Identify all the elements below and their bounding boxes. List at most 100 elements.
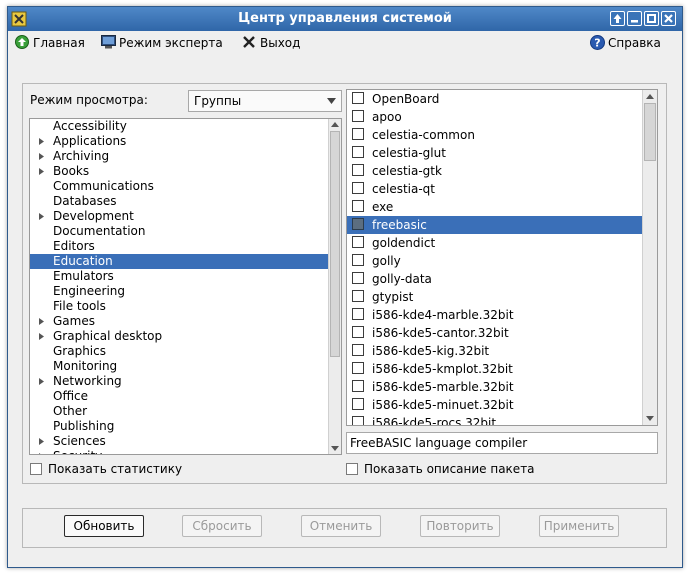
group-item[interactable]: File tools bbox=[30, 299, 329, 314]
show-stats-checkbox[interactable]: Показать статистику bbox=[30, 461, 230, 477]
maximize-button[interactable] bbox=[644, 11, 659, 26]
expand-arrow-icon[interactable] bbox=[39, 153, 44, 160]
package-checkbox[interactable] bbox=[352, 182, 364, 194]
group-item[interactable]: Engineering bbox=[30, 284, 329, 299]
package-checkbox[interactable] bbox=[352, 164, 364, 176]
packages-list[interactable]: OpenBoard apoo celestia-common celestia-glu… bbox=[346, 89, 658, 426]
group-item[interactable]: Games bbox=[30, 314, 329, 329]
scroll-up-icon[interactable] bbox=[331, 122, 339, 127]
update-button[interactable]: Обновить bbox=[64, 515, 144, 537]
scroll-down-icon[interactable] bbox=[646, 416, 654, 421]
package-item[interactable]: celestia-qt bbox=[347, 180, 642, 198]
expand-arrow-icon[interactable] bbox=[39, 138, 44, 145]
group-item[interactable]: Development bbox=[30, 209, 329, 224]
group-item[interactable]: Sciences bbox=[30, 434, 329, 449]
scroll-down-icon[interactable] bbox=[331, 446, 339, 451]
package-item[interactable]: i586-kde5-kmplot.32bit bbox=[347, 360, 642, 378]
show-description-checkbox[interactable]: Показать описание пакета bbox=[346, 461, 566, 477]
package-checkbox[interactable] bbox=[352, 92, 364, 104]
close-button[interactable] bbox=[661, 11, 676, 26]
package-item[interactable]: i586-kde5-marble.32bit bbox=[347, 378, 642, 396]
expand-arrow-icon[interactable] bbox=[39, 378, 44, 385]
group-item[interactable]: Editors bbox=[30, 239, 329, 254]
group-item[interactable]: Databases bbox=[30, 194, 329, 209]
package-item[interactable]: i586-kde5-cantor.32bit bbox=[347, 324, 642, 342]
help-label: Справка bbox=[608, 36, 661, 50]
package-item[interactable]: apoo bbox=[347, 108, 642, 126]
package-item[interactable]: i586-kde5-minuet.32bit bbox=[347, 396, 642, 414]
package-checkbox[interactable] bbox=[352, 272, 364, 284]
packages-scrollbar[interactable] bbox=[642, 90, 657, 425]
package-item[interactable]: golly bbox=[347, 252, 642, 270]
expand-arrow-icon[interactable] bbox=[39, 318, 44, 325]
package-item[interactable]: gtypist bbox=[347, 288, 642, 306]
package-checkbox[interactable] bbox=[352, 218, 364, 230]
packages-scroll-thumb[interactable] bbox=[644, 103, 656, 161]
repeat-button[interactable]: Повторить bbox=[420, 515, 500, 537]
group-item[interactable]: Applications bbox=[30, 134, 329, 149]
package-item[interactable]: goldendict bbox=[347, 234, 642, 252]
minimize-button[interactable] bbox=[627, 11, 642, 26]
package-item[interactable]: i586-kde5-rocs.32bit bbox=[347, 414, 642, 425]
expand-arrow-icon[interactable] bbox=[39, 453, 44, 455]
scroll-up-icon[interactable] bbox=[646, 94, 654, 99]
cancel-button[interactable]: Отменить bbox=[301, 515, 381, 537]
show-description-box[interactable] bbox=[346, 463, 358, 475]
package-item[interactable]: i586-kde4-marble.32bit bbox=[347, 306, 642, 324]
package-checkbox[interactable] bbox=[352, 398, 364, 410]
package-item[interactable]: celestia-gtk bbox=[347, 162, 642, 180]
reset-button[interactable]: Сбросить bbox=[182, 515, 262, 537]
package-checkbox[interactable] bbox=[352, 380, 364, 392]
package-checkbox[interactable] bbox=[352, 344, 364, 356]
groups-scrollbar[interactable] bbox=[328, 119, 341, 454]
groups-scroll-thumb[interactable] bbox=[330, 131, 340, 357]
package-item[interactable]: i586-kde5-kig.32bit bbox=[347, 342, 642, 360]
group-item[interactable]: Other bbox=[30, 404, 329, 419]
group-item[interactable]: Graphical desktop bbox=[30, 329, 329, 344]
package-checkbox[interactable] bbox=[352, 416, 364, 425]
view-mode-select[interactable]: Группы bbox=[188, 90, 342, 112]
package-item[interactable]: freebasic bbox=[347, 216, 642, 234]
group-item[interactable]: Publishing bbox=[30, 419, 329, 434]
group-item[interactable]: Documentation bbox=[30, 224, 329, 239]
group-item[interactable]: Books bbox=[30, 164, 329, 179]
group-item[interactable]: Monitoring bbox=[30, 359, 329, 374]
expand-arrow-icon[interactable] bbox=[39, 333, 44, 340]
apply-button[interactable]: Применить bbox=[539, 515, 619, 537]
package-checkbox[interactable] bbox=[352, 200, 364, 212]
package-checkbox[interactable] bbox=[352, 326, 364, 338]
group-item[interactable]: Office bbox=[30, 389, 329, 404]
group-item[interactable]: Security bbox=[30, 449, 329, 455]
exit-button[interactable]: Выход bbox=[242, 31, 302, 55]
group-item[interactable]: Archiving bbox=[30, 149, 329, 164]
package-item[interactable]: celestia-common bbox=[347, 126, 642, 144]
package-item[interactable]: exe bbox=[347, 198, 642, 216]
package-item[interactable]: golly-data bbox=[347, 270, 642, 288]
group-item[interactable]: Graphics bbox=[30, 344, 329, 359]
group-item[interactable]: Communications bbox=[30, 179, 329, 194]
package-checkbox[interactable] bbox=[352, 128, 364, 140]
expand-arrow-icon[interactable] bbox=[39, 213, 44, 220]
package-item[interactable]: celestia-glut bbox=[347, 144, 642, 162]
group-item[interactable]: Emulators bbox=[30, 269, 329, 284]
title-bar[interactable]: Центр управления системой bbox=[8, 7, 682, 31]
expand-arrow-icon[interactable] bbox=[39, 168, 44, 175]
package-checkbox[interactable] bbox=[352, 308, 364, 320]
package-checkbox[interactable] bbox=[352, 236, 364, 248]
package-checkbox[interactable] bbox=[352, 254, 364, 266]
group-item[interactable]: Accessibility bbox=[30, 119, 329, 134]
package-checkbox[interactable] bbox=[352, 110, 364, 122]
show-stats-box[interactable] bbox=[30, 463, 42, 475]
package-checkbox[interactable] bbox=[352, 362, 364, 374]
expert-mode-button[interactable]: Режим эксперта bbox=[101, 31, 229, 55]
help-button[interactable]: ? Справка bbox=[590, 31, 666, 55]
home-button[interactable]: Главная bbox=[15, 31, 95, 55]
groups-tree[interactable]: Accessibility Applications Archiving Books C… bbox=[29, 118, 342, 455]
package-item[interactable]: OpenBoard bbox=[347, 90, 642, 108]
group-item[interactable]: Education bbox=[30, 254, 329, 269]
expand-arrow-icon[interactable] bbox=[39, 438, 44, 445]
package-checkbox[interactable] bbox=[352, 290, 364, 302]
package-checkbox[interactable] bbox=[352, 146, 364, 158]
shade-button[interactable] bbox=[610, 11, 625, 26]
group-item[interactable]: Networking bbox=[30, 374, 329, 389]
